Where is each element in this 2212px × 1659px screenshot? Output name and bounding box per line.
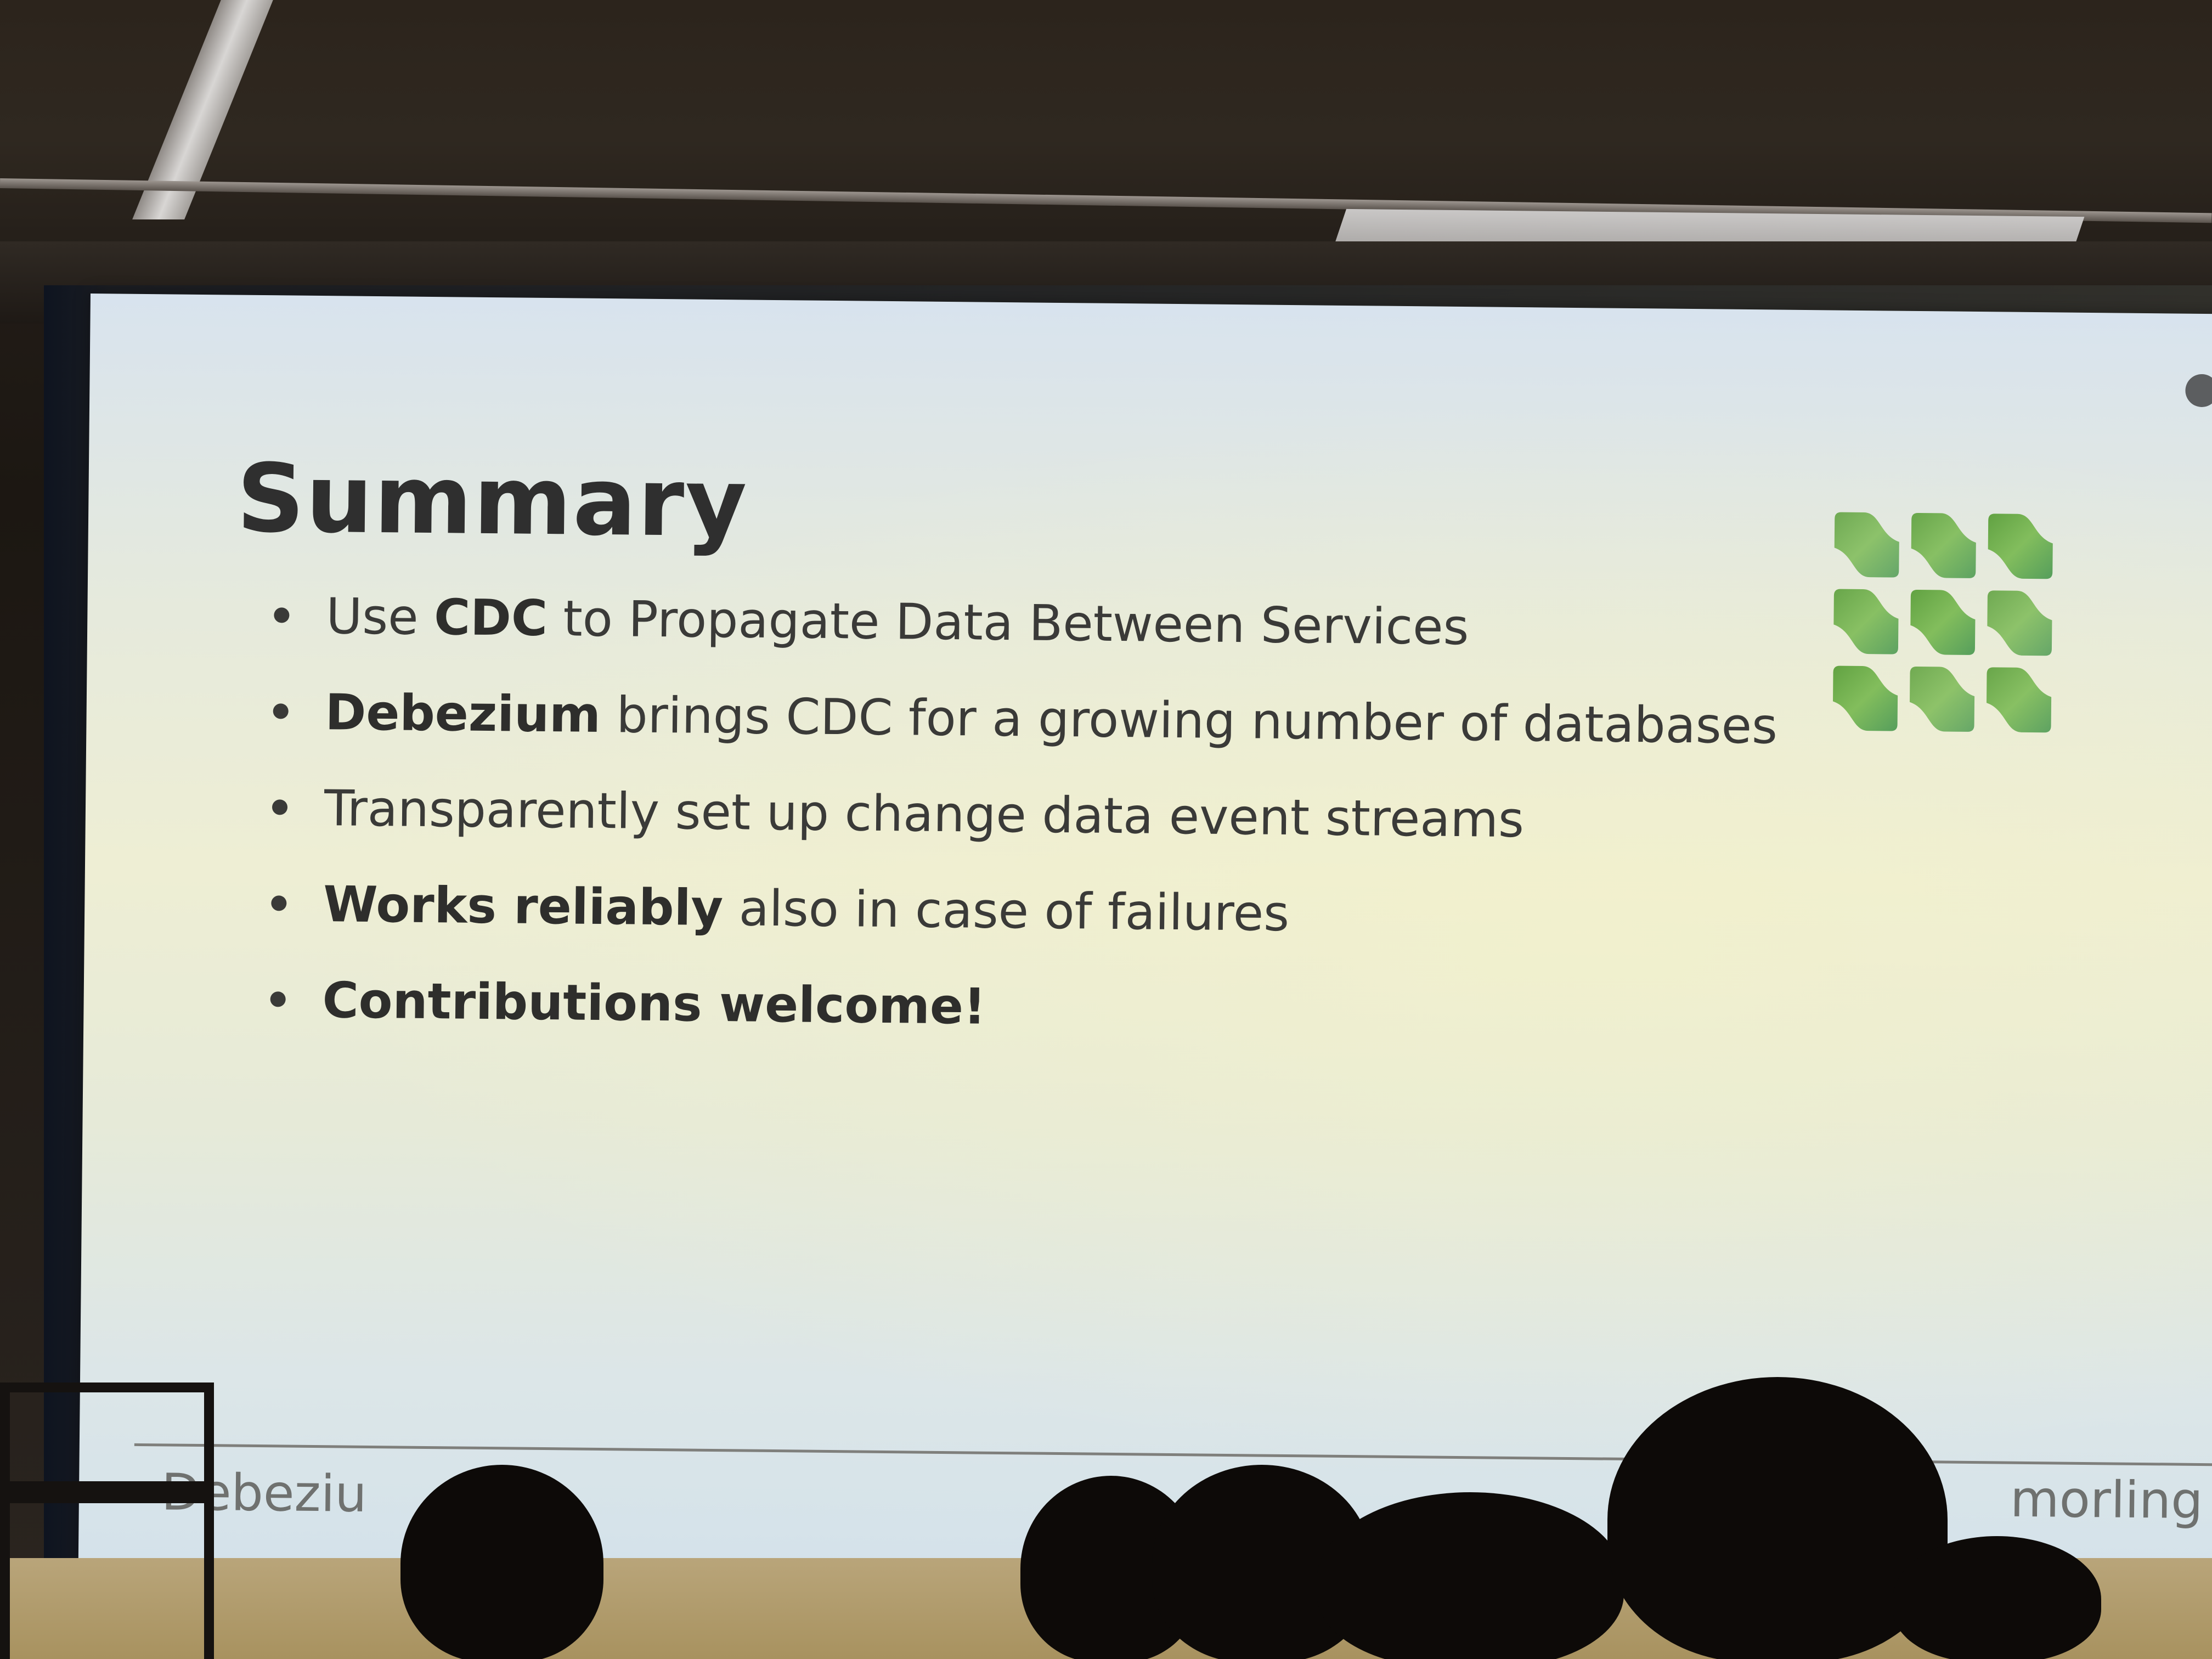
bullet-bold-text: Debezium <box>325 684 601 744</box>
logo-tile <box>1833 589 1899 654</box>
footer-right-text: morling <box>2010 1469 2204 1531</box>
debezium-logo-icon <box>1833 512 2053 733</box>
projected-slide: Summary Use CDC to Propagate Data Betwee… <box>78 294 2212 1584</box>
logo-tile <box>1834 512 1899 578</box>
logo-tile <box>1910 666 1975 732</box>
podium-stand <box>0 1383 214 1659</box>
bullet-text: to Propagate Data Between Services <box>547 590 1469 657</box>
audience-head <box>1317 1492 1624 1659</box>
corner-icon <box>2185 374 2212 408</box>
slide-title: Summary <box>236 443 749 558</box>
logo-tile <box>1987 590 2052 656</box>
bullet-bold-text: Contributions welcome! <box>322 972 986 1036</box>
audience-head <box>1893 1536 2101 1659</box>
photo-scene: Summary Use CDC to Propagate Data Betwee… <box>0 0 2212 1659</box>
bullet-dot-icon <box>273 703 289 719</box>
bullet-dot-icon <box>271 895 287 911</box>
podium-bar <box>0 1481 208 1503</box>
bullet-bold-text: Works reliably <box>323 876 724 938</box>
audience-head <box>400 1465 603 1659</box>
bullet-item: Contributions welcome! <box>270 967 1775 1077</box>
bullet-text: brings CDC for a growing number of datab… <box>600 686 1778 755</box>
bullet-bold-text: CDC <box>433 589 548 648</box>
bullet-item: Transparently set up change data event s… <box>272 775 1777 885</box>
bullet-list: Use CDC to Propagate Data Between Servic… <box>270 583 1779 1077</box>
bullet-item: Works reliably also in case of failures <box>270 871 1776 981</box>
bullet-text: Use <box>325 588 435 647</box>
bullet-text: also in case of failures <box>723 879 1290 943</box>
logo-tile <box>1986 667 2052 733</box>
bullet-item: Use CDC to Propagate Data Between Servic… <box>273 583 1779 693</box>
logo-tile <box>1833 665 1898 731</box>
logo-tile <box>1910 589 1976 655</box>
bullet-dot-icon <box>270 991 286 1007</box>
logo-tile <box>1911 512 1976 578</box>
bullet-item: Debezium brings CDC for a growing number… <box>273 679 1778 789</box>
bullet-dot-icon <box>274 607 290 623</box>
logo-tile <box>1988 514 2053 579</box>
bullet-dot-icon <box>272 799 288 815</box>
bullet-text: Transparently set up change data event s… <box>324 780 1525 849</box>
